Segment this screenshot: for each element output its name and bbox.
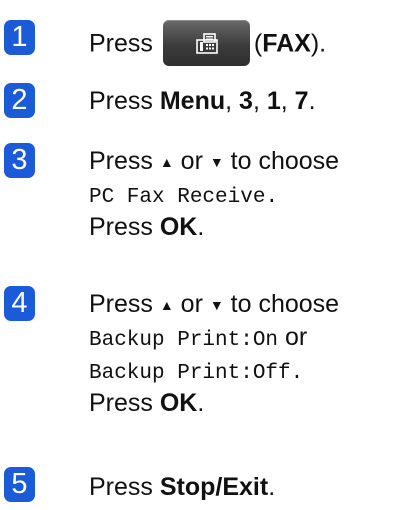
step-text: Press ▲ or ▼ to choose Backup Print:On o… bbox=[89, 288, 339, 420]
step-text-press: Press bbox=[89, 213, 160, 241]
menu-option-pc-fax-receive: PC Fax Receive bbox=[89, 186, 266, 209]
step-text-press: Press bbox=[89, 473, 160, 501]
fax-button[interactable] bbox=[162, 20, 250, 66]
step-line: Backup Print:Off. bbox=[89, 354, 339, 387]
fax-key-label: FAX bbox=[262, 29, 311, 58]
to-choose-text: to choose bbox=[223, 290, 340, 318]
step-number-badge: 3 bbox=[4, 143, 35, 178]
step-line: Backup Print:On or bbox=[89, 321, 339, 354]
step-number-badge: 4 bbox=[4, 286, 35, 321]
period: . bbox=[290, 362, 304, 385]
step-text-press: Press bbox=[89, 290, 160, 318]
key-7-label: 7 bbox=[294, 87, 309, 115]
ok-key-label: OK bbox=[159, 389, 198, 417]
fax-icon bbox=[196, 33, 218, 54]
separator: , bbox=[252, 87, 267, 115]
step-text: Press ▲ or ▼ to choose PC Fax Receive. P… bbox=[89, 145, 339, 244]
up-arrow-icon: ▲ bbox=[159, 154, 174, 170]
period: . bbox=[265, 186, 279, 209]
down-arrow-icon: ▼ bbox=[209, 297, 224, 313]
step-text-press: Press bbox=[89, 147, 160, 175]
step-line: Press OK. bbox=[89, 211, 339, 244]
down-arrow-icon: ▼ bbox=[209, 154, 224, 170]
step-line: PC Fax Receive. bbox=[89, 178, 339, 211]
step-number-badge: 1 bbox=[4, 20, 35, 55]
step-line: Press OK. bbox=[89, 387, 339, 420]
separator: , bbox=[225, 87, 240, 115]
period: . bbox=[197, 389, 205, 417]
step-line: Press ▲ or ▼ to choose bbox=[89, 288, 339, 321]
step-line: Press ▲ or ▼ to choose bbox=[89, 145, 339, 178]
or-text: or bbox=[278, 323, 308, 351]
stop-exit-key-label: Stop/Exit bbox=[159, 473, 269, 501]
or-text: or bbox=[173, 147, 210, 175]
step-number: 4 bbox=[11, 287, 28, 319]
menu-option-backup-print-on: Backup Print:On bbox=[89, 329, 279, 352]
step-text: Press Menu, 3, 1, 7. bbox=[89, 85, 316, 118]
menu-option-backup-print-off: Backup Print:Off bbox=[89, 362, 291, 385]
step-text: Press Stop/Exit. bbox=[89, 471, 275, 504]
menu-key-label: Menu bbox=[159, 87, 226, 115]
step-text-press: Press bbox=[89, 87, 160, 115]
period: . bbox=[308, 87, 316, 115]
separator: , bbox=[280, 87, 295, 115]
key-1-label: 1 bbox=[266, 87, 281, 115]
step-text-press: Press bbox=[89, 389, 160, 417]
step-number: 1 bbox=[11, 21, 28, 53]
to-choose-text: to choose bbox=[223, 147, 340, 175]
step-number-badge: 5 bbox=[4, 467, 35, 502]
paren-close: ). bbox=[310, 29, 327, 58]
ok-key-label: OK bbox=[159, 213, 198, 241]
up-arrow-icon: ▲ bbox=[159, 297, 174, 313]
period: . bbox=[268, 473, 276, 501]
step-number-badge: 2 bbox=[4, 83, 35, 118]
step-number: 3 bbox=[11, 144, 28, 176]
period: . bbox=[197, 213, 205, 241]
step-number: 2 bbox=[11, 84, 28, 116]
paren-open: ( bbox=[253, 29, 263, 58]
step-text-press: Press bbox=[89, 29, 153, 58]
or-text: or bbox=[173, 290, 210, 318]
step-text: Press (FAX). bbox=[89, 20, 327, 68]
step-number: 5 bbox=[11, 468, 28, 500]
key-3-label: 3 bbox=[239, 87, 253, 115]
